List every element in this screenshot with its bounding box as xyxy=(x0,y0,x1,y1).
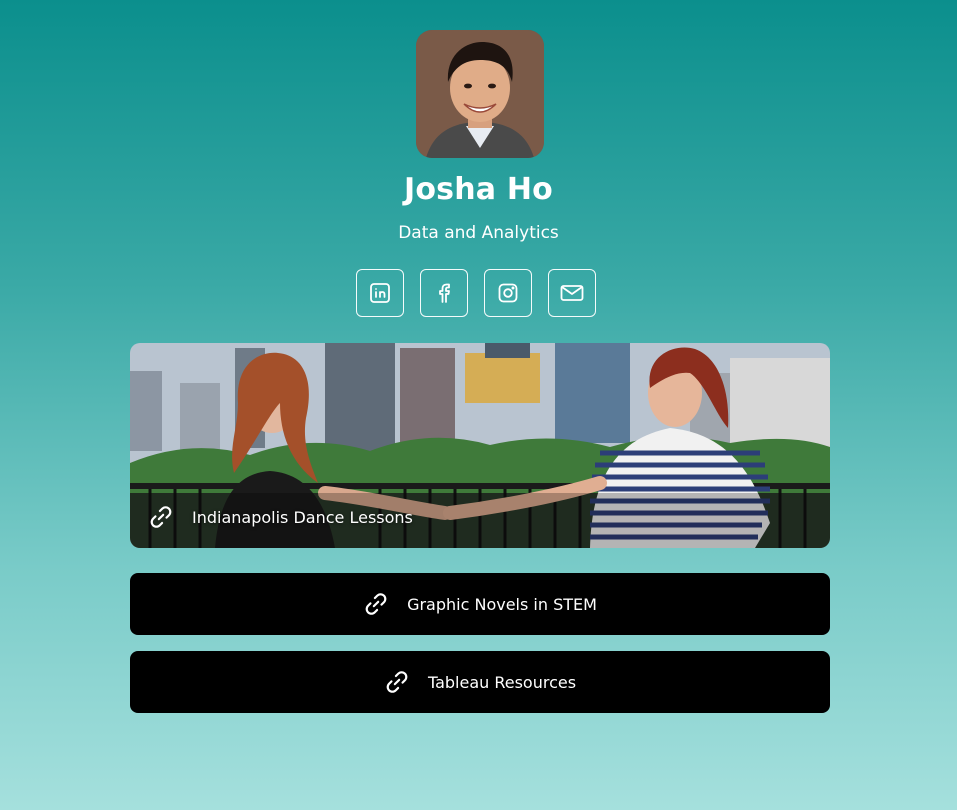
instagram-icon xyxy=(498,283,518,303)
link-icon xyxy=(148,504,174,530)
featured-link-label: Indianapolis Dance Lessons xyxy=(192,507,413,527)
email-button[interactable] xyxy=(548,269,596,317)
linkedin-icon xyxy=(370,283,390,303)
instagram-button[interactable] xyxy=(484,269,532,317)
link-button-graphic-novels[interactable]: Graphic Novels in STEM xyxy=(130,573,830,635)
social-links xyxy=(356,269,596,317)
featured-link[interactable]: Indianapolis Dance Lessons xyxy=(148,504,413,530)
link-button-tableau-resources[interactable]: Tableau Resources xyxy=(130,651,830,713)
featured-link-card[interactable]: Indianapolis Dance Lessons xyxy=(130,343,830,548)
link-icon xyxy=(384,669,410,695)
linkedin-button[interactable] xyxy=(356,269,404,317)
link-button-label: Graphic Novels in STEM xyxy=(407,594,597,614)
link-icon xyxy=(363,591,389,617)
link-button-label: Tableau Resources xyxy=(427,672,577,692)
avatar xyxy=(416,30,544,158)
profile-name: Josha Ho xyxy=(404,172,553,207)
facebook-icon xyxy=(439,283,450,303)
email-icon xyxy=(560,285,584,301)
profile-tagline: Data and Analytics xyxy=(398,223,559,243)
facebook-button[interactable] xyxy=(420,269,468,317)
